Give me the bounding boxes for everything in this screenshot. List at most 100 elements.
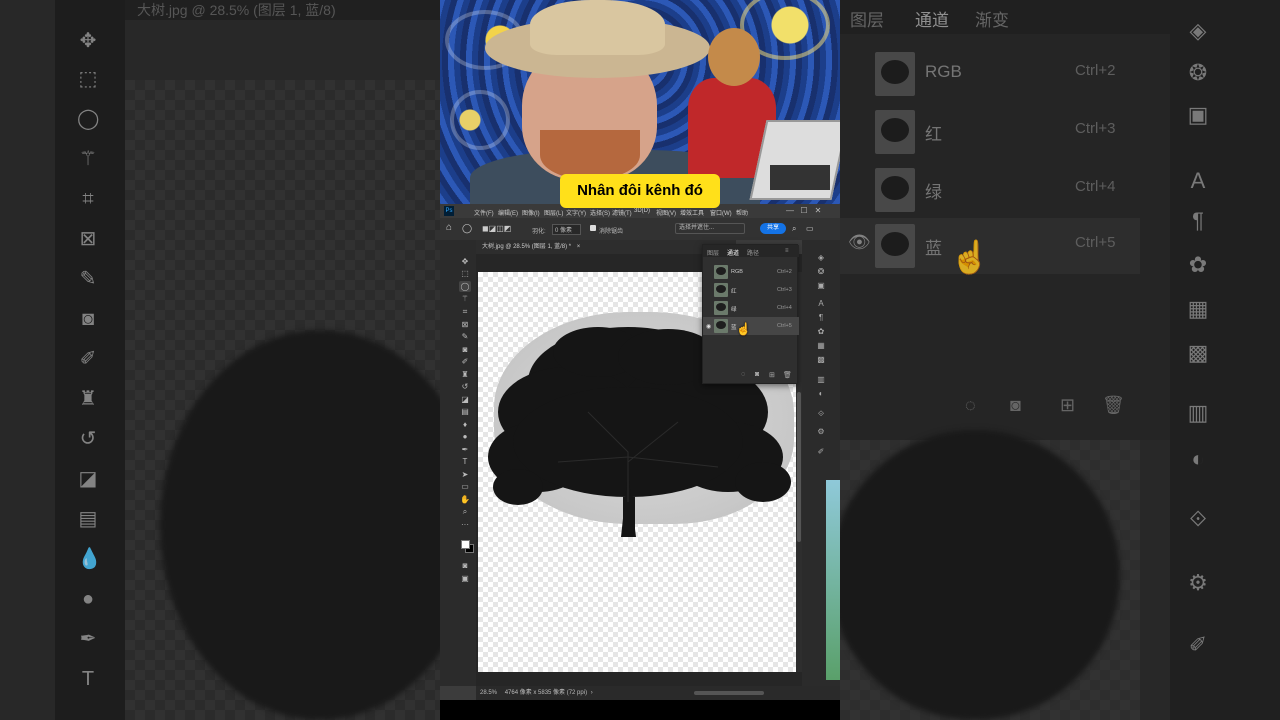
home-icon[interactable]: ⌂ bbox=[446, 222, 452, 233]
center-video: Nhân đôi kênh đó Ps 文件(F) 编辑(E) 图像(I) 图层… bbox=[440, 0, 840, 720]
menu-select[interactable]: 选择(S) bbox=[590, 208, 610, 217]
color-panel-icon[interactable]: ✿ bbox=[815, 326, 827, 338]
channel-thumbnail bbox=[714, 319, 728, 333]
background-right-blurred: 图层 通道 渐变 RGB Ctrl+2 红 Ctrl+3 绿 Ctrl+4 👁 … bbox=[840, 0, 1280, 720]
save-selection-icon[interactable]: ◙ bbox=[755, 371, 759, 378]
transform-panel-icon[interactable]: ⟐ bbox=[815, 408, 827, 420]
color-swatches[interactable] bbox=[461, 540, 475, 554]
horizontal-scrollbar[interactable] bbox=[694, 691, 764, 695]
menu-view[interactable]: 视图(V) bbox=[656, 208, 676, 217]
more-tools-icon[interactable]: ··· bbox=[459, 519, 471, 530]
gradient-tool-icon[interactable]: ▤ bbox=[459, 406, 471, 417]
paragraph-panel-icon[interactable]: ¶ bbox=[815, 312, 827, 324]
screen-mode-icon[interactable]: ▣ bbox=[459, 573, 471, 584]
hand-tool-icon[interactable]: ✋ bbox=[459, 494, 471, 505]
character-panel-icon[interactable]: A bbox=[815, 298, 827, 310]
new-channel-icon[interactable]: ⊞ bbox=[769, 371, 775, 379]
antialias-label: 消除锯齿 bbox=[599, 229, 624, 235]
minimize-icon[interactable]: — bbox=[784, 206, 796, 216]
delete-channel-icon[interactable]: 🗑 bbox=[783, 371, 792, 379]
layers-panel-icon[interactable]: ◈ bbox=[815, 252, 827, 264]
channel-row-red[interactable]: 红 Ctrl+3 bbox=[703, 281, 799, 299]
menu-window[interactable]: 窗口(W) bbox=[710, 208, 732, 217]
history-brush-tool-icon[interactable]: ↺ bbox=[459, 381, 471, 392]
tab-close-icon[interactable]: × bbox=[577, 244, 581, 250]
eraser-tool-icon[interactable]: ◪ bbox=[459, 394, 471, 405]
document-size: 4764 像素 x 5835 像素 (72 ppi) bbox=[504, 690, 588, 696]
options-bar: ⌂ ◯ ◼◪◫◩ 羽化: 0 像素 消除锯齿 选择并遮住... 共享 ⌕ ▭ bbox=[440, 218, 840, 240]
ps-logo-icon: Ps bbox=[444, 206, 454, 216]
frame-tool-icon[interactable]: ⊠ bbox=[459, 319, 471, 330]
marquee-tool-icon[interactable]: ⬚ bbox=[459, 268, 471, 279]
zoom-level[interactable]: 28.5% bbox=[480, 690, 497, 696]
move-tool-icon[interactable]: ✥ bbox=[459, 256, 471, 267]
load-selection-icon[interactable]: ◌ bbox=[741, 371, 745, 378]
status-arrow-icon[interactable]: › bbox=[591, 690, 593, 696]
type-tool-icon[interactable]: T bbox=[459, 456, 471, 467]
panel-menu-icon[interactable]: ≡ bbox=[785, 248, 789, 254]
menu-edit[interactable]: 编辑(E) bbox=[498, 208, 518, 217]
menu-layer[interactable]: 图层(L) bbox=[544, 208, 563, 217]
tab-paths[interactable]: 路径 bbox=[747, 248, 759, 257]
menu-image[interactable]: 图像(I) bbox=[522, 208, 540, 217]
search-icon[interactable]: ⌕ bbox=[792, 224, 796, 234]
blur-tool-icon[interactable]: ♦ bbox=[459, 419, 471, 430]
magic-wand-tool-icon[interactable]: ⚚ bbox=[459, 293, 471, 304]
workspace-icon[interactable]: ▭ bbox=[806, 224, 814, 233]
menu-file[interactable]: 文件(F) bbox=[474, 208, 494, 217]
channels-panel-icon[interactable]: ❂ bbox=[815, 266, 827, 278]
menu-type[interactable]: 文字(Y) bbox=[566, 208, 586, 217]
share-button[interactable]: 共享 bbox=[760, 223, 786, 234]
quick-mask-icon[interactable]: ◙ bbox=[459, 560, 471, 571]
swatches-panel-icon[interactable]: ▦ bbox=[815, 340, 827, 352]
crop-tool-icon[interactable]: ⌗ bbox=[459, 306, 471, 317]
channel-thumbnail bbox=[714, 301, 728, 315]
lasso-option-icon[interactable]: ◯ bbox=[462, 223, 472, 234]
document-title: 大树.jpg @ 28.5% (图层 1, 蓝/8) * bbox=[482, 244, 572, 250]
selection-mode-icon[interactable]: ◼◪◫◩ bbox=[482, 224, 511, 233]
brush-tool-icon[interactable]: ✐ bbox=[459, 356, 471, 367]
tools-panel: ✥ ⬚ ◯ ⚚ ⌗ ⊠ ✎ ◙ ✐ ♜ ↺ ◪ ▤ ♦ ● ✒ T ➤ ▭ ✋ … bbox=[440, 240, 476, 686]
hand-cursor-icon: ☝ bbox=[736, 322, 751, 336]
zoom-tool-icon[interactable]: ⌕ bbox=[459, 506, 471, 517]
channel-row-green[interactable]: 绿 Ctrl+4 bbox=[703, 299, 799, 317]
menu-plugins[interactable]: 增效工具 bbox=[680, 208, 704, 217]
menu-help[interactable]: 帮助 bbox=[736, 208, 748, 217]
lasso-tool-icon[interactable]: ◯ bbox=[459, 281, 471, 292]
patterns-panel-icon[interactable]: ▩ bbox=[815, 354, 827, 366]
properties-panel-icon[interactable]: ⚙ bbox=[815, 426, 827, 438]
menu-filter[interactable]: 滤镜(T) bbox=[612, 208, 632, 217]
healing-tool-icon[interactable]: ◙ bbox=[459, 344, 471, 355]
channels-panel: 图层 通道 路径 ≡ RGB Ctrl+2 红 Ctrl+3 绿 Ctrl+4 bbox=[702, 244, 799, 384]
antialias-checkbox[interactable] bbox=[590, 225, 596, 231]
libraries-panel-icon[interactable]: ▥ bbox=[815, 374, 827, 386]
stamp-tool-icon[interactable]: ♜ bbox=[459, 369, 471, 380]
brush-settings-panel-icon[interactable]: ✐ bbox=[815, 446, 827, 458]
rectangle-tool-icon[interactable]: ▭ bbox=[459, 481, 471, 492]
adjustments-panel-icon[interactable]: ◐ bbox=[815, 388, 827, 400]
paths-panel-icon[interactable]: ▣ bbox=[815, 280, 827, 292]
tab-channels[interactable]: 通道 bbox=[727, 248, 739, 257]
maximize-icon[interactable]: ☐ bbox=[798, 206, 810, 216]
pen-tool-icon[interactable]: ✒ bbox=[459, 444, 471, 455]
status-bar: 28.5% 4764 像素 x 5835 像素 (72 ppi) › bbox=[476, 686, 840, 700]
channel-row-rgb[interactable]: RGB Ctrl+2 bbox=[703, 263, 799, 281]
channel-thumbnail bbox=[714, 265, 728, 279]
select-and-mask-button[interactable]: 选择并遮住... bbox=[675, 223, 745, 234]
channels-footer: ◌ ◙ ⊞ 🗑 bbox=[703, 369, 799, 383]
dodge-tool-icon[interactable]: ● bbox=[459, 431, 471, 442]
document-tab[interactable]: 大树.jpg @ 28.5% (图层 1, 蓝/8) * × bbox=[476, 240, 736, 254]
channel-row-blue[interactable]: ◉ 蓝 Ctrl+5 bbox=[703, 317, 799, 335]
visibility-eye-icon[interactable]: ◉ bbox=[706, 323, 711, 330]
feather-input[interactable]: 0 像素 bbox=[552, 224, 582, 235]
close-icon[interactable]: ✕ bbox=[812, 206, 824, 216]
subtitle-caption: Nhân đôi kênh đó bbox=[560, 174, 720, 208]
menu-3d[interactable]: 3D(D) bbox=[634, 208, 650, 214]
photoshop-window: Ps 文件(F) 编辑(E) 图像(I) 图层(L) 文字(Y) 选择(S) 滤… bbox=[440, 204, 840, 700]
tab-layers[interactable]: 图层 bbox=[707, 248, 719, 257]
background-left-blurred: 大树.jpg @ 28.5% (图层 1, 蓝/8) ✥ ⬚ ◯ ⚚ ⌗ ⊠ ✎… bbox=[0, 0, 440, 720]
foreground-color-swatch[interactable] bbox=[461, 540, 470, 549]
eyedropper-tool-icon[interactable]: ✎ bbox=[459, 331, 471, 342]
path-select-tool-icon[interactable]: ➤ bbox=[459, 469, 471, 480]
channel-thumbnail bbox=[714, 283, 728, 297]
